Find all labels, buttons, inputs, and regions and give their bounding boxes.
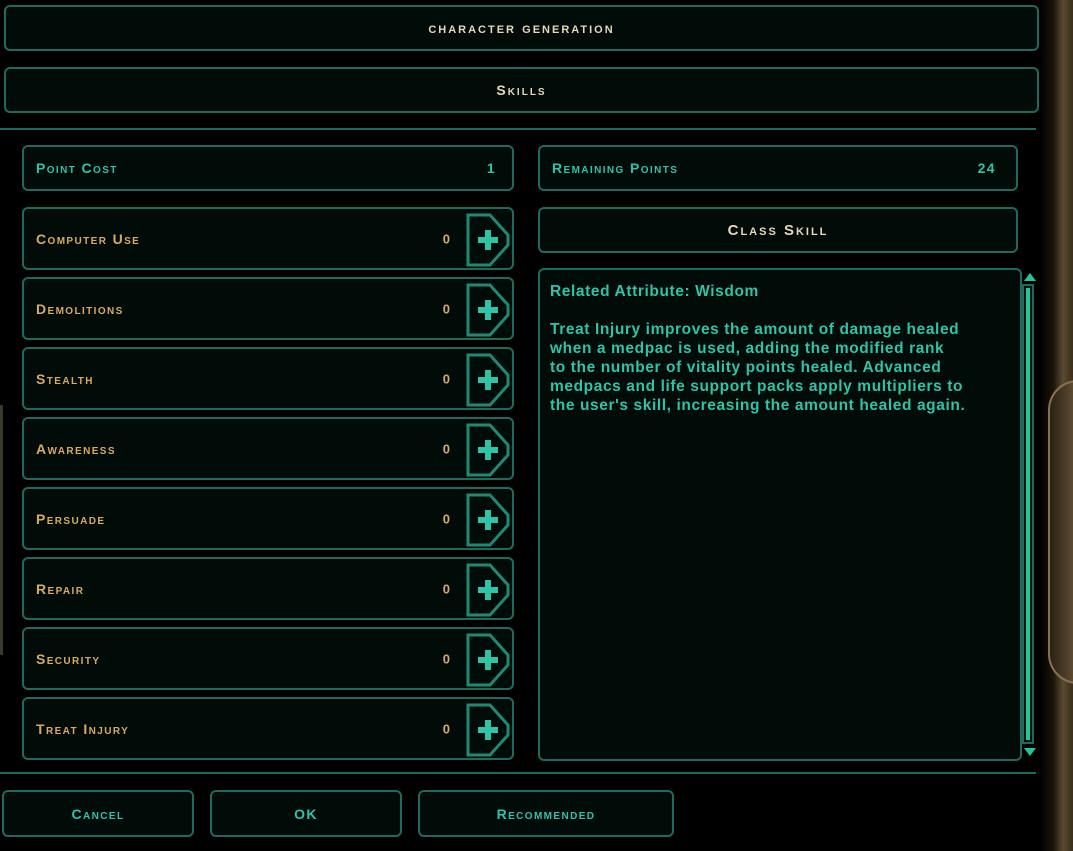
skill-rank-value: 0 [442, 721, 450, 736]
ok-button[interactable]: OK [210, 790, 402, 837]
triangle-down-icon[interactable] [1023, 747, 1037, 757]
skill-row[interactable]: Stealth 0 [22, 347, 514, 410]
skill-rank-value: 0 [442, 581, 450, 596]
ok-button-label: OK [294, 805, 318, 822]
remaining-points-value: 24 [977, 160, 996, 176]
scrollbar-thumb[interactable] [1026, 288, 1030, 740]
skill-row[interactable]: Demolitions 0 [22, 277, 514, 340]
skill-row[interactable]: Treat Injury 0 [22, 697, 514, 760]
section-title: Skills [496, 82, 547, 98]
plus-icon[interactable] [466, 423, 510, 477]
plus-icon[interactable] [466, 493, 510, 547]
header-panel: character generation [4, 5, 1039, 51]
skill-rank-value: 0 [442, 301, 450, 316]
plus-icon[interactable] [466, 213, 510, 267]
class-skill-panel: Class Skill [538, 207, 1018, 253]
subheader-panel: Skills [4, 67, 1039, 113]
plus-icon[interactable] [466, 283, 510, 337]
skill-label: Awareness [36, 440, 116, 457]
point-cost-value: 1 [486, 160, 496, 176]
triangle-up-icon[interactable] [1023, 272, 1037, 282]
class-skill-label: Class Skill [727, 221, 829, 239]
skill-row[interactable]: Repair 0 [22, 557, 514, 620]
frame-decoration-left [0, 405, 3, 655]
skill-rank-value: 0 [442, 231, 450, 246]
plus-icon[interactable] [466, 633, 510, 687]
plus-icon[interactable] [466, 353, 510, 407]
point-cost-label: Point Cost [36, 160, 118, 176]
skill-label: Treat Injury [36, 720, 130, 737]
plus-icon[interactable] [466, 563, 510, 617]
remaining-points-label: Remaining Points [552, 160, 679, 176]
description-body: Treat Injury improves the amount of dama… [550, 321, 966, 414]
plus-icon[interactable] [466, 703, 510, 757]
cancel-button-label: Cancel [71, 805, 125, 822]
related-attribute: Related Attribute: Wisdom [550, 283, 759, 300]
recommended-button-label: Recommended [496, 805, 596, 822]
remaining-points-panel: Remaining Points 24 [538, 145, 1018, 191]
skill-label: Security [36, 650, 101, 667]
description-text: Related Attribute: Wisdom Treat Injury i… [550, 282, 1005, 415]
skill-label: Repair [36, 580, 85, 597]
description-panel: Related Attribute: Wisdom Treat Injury i… [538, 268, 1022, 761]
skill-label: Stealth [36, 370, 94, 387]
scrollbar[interactable] [1022, 284, 1034, 744]
divider-top [0, 128, 1036, 130]
skill-row[interactable]: Security 0 [22, 627, 514, 690]
skill-label: Computer Use [36, 230, 141, 247]
divider-bottom [0, 772, 1036, 774]
skill-label: Demolitions [36, 300, 124, 317]
skill-rank-value: 0 [442, 511, 450, 526]
point-cost-panel: Point Cost 1 [22, 145, 514, 191]
skill-label: Persuade [36, 510, 106, 527]
skill-row[interactable]: Awareness 0 [22, 417, 514, 480]
skill-rank-value: 0 [442, 651, 450, 666]
skill-rank-value: 0 [442, 371, 450, 386]
skill-row[interactable]: Computer Use 0 [22, 207, 514, 270]
cancel-button[interactable]: Cancel [2, 790, 194, 837]
skill-row[interactable]: Persuade 0 [22, 487, 514, 550]
page-title: character generation [428, 19, 615, 37]
recommended-button[interactable]: Recommended [418, 790, 674, 837]
frame-decoration-right [1040, 0, 1073, 851]
skill-rank-value: 0 [442, 441, 450, 456]
